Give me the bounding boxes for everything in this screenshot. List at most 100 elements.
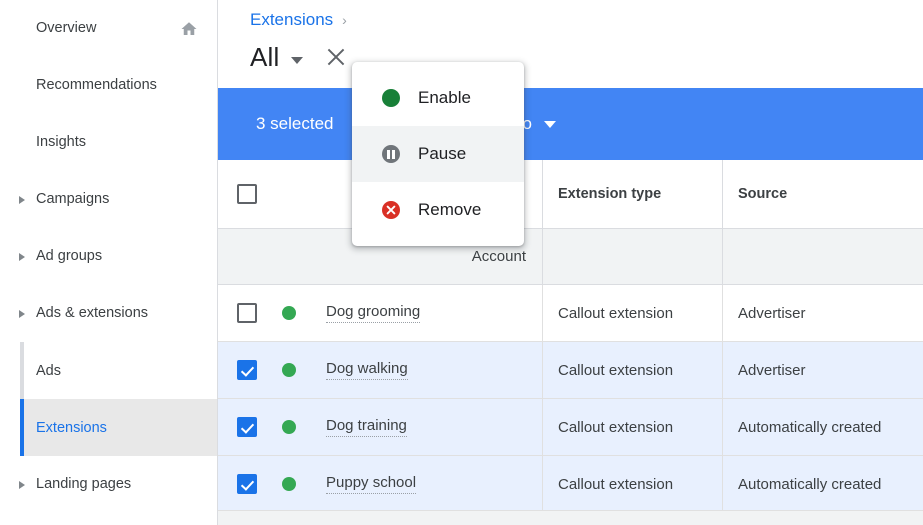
menu-item-pause[interactable]: Pause xyxy=(352,126,524,182)
row-checkbox-cell xyxy=(218,303,276,323)
select-all-checkbox[interactable] xyxy=(237,184,257,204)
row-checkbox[interactable] xyxy=(237,303,257,323)
summary-source-cell xyxy=(723,229,923,284)
type-header-cell[interactable]: Extension type xyxy=(543,160,723,228)
home-icon xyxy=(180,20,198,38)
row-status-cell xyxy=(276,363,316,377)
sidebar-item-label: Extensions xyxy=(36,419,107,436)
row-status-cell xyxy=(276,306,316,320)
breadcrumb: Extensions › xyxy=(250,6,923,34)
row-checkbox-cell xyxy=(218,360,276,380)
status-enabled-dot-icon xyxy=(282,477,296,491)
row-source-cell: Advertiser xyxy=(723,285,923,341)
extensions-table: Extension type Source Account Dog groomi… xyxy=(218,160,923,513)
select-all-cell xyxy=(218,184,276,204)
status-enabled-dot-icon xyxy=(282,363,296,377)
page-title-row: All xyxy=(250,37,923,77)
pause-circle-icon xyxy=(382,145,400,163)
extension-type-value: Callout extension xyxy=(558,418,674,436)
edit-dropdown-menu: Enable Pause Remove xyxy=(352,62,524,246)
table-row[interactable]: Dog training Callout extension Automatic… xyxy=(218,399,923,456)
table-row[interactable]: Puppy school Callout extension Automatic… xyxy=(218,456,923,513)
sidebar-item-landing-pages[interactable]: Landing pages xyxy=(0,456,217,513)
extension-type-value: Callout extension xyxy=(558,475,674,493)
row-checkbox[interactable] xyxy=(237,360,257,380)
row-status-cell xyxy=(276,420,316,434)
sidebar-item-label: Campaigns xyxy=(36,191,110,208)
table-footer xyxy=(218,510,923,525)
sidebar-item-label: Recommendations xyxy=(36,77,157,94)
sidebar-item-recommendations[interactable]: Recommendations xyxy=(0,57,217,114)
chevron-right-icon xyxy=(19,309,25,318)
menu-item-label: Enable xyxy=(418,88,471,107)
row-checkbox-cell xyxy=(218,417,276,437)
sidebar-item-insights[interactable]: Insights xyxy=(0,114,217,171)
row-source-cell: Automatically created xyxy=(723,456,923,512)
chevron-right-icon xyxy=(19,480,25,489)
sidebar-item-campaigns[interactable]: Campaigns xyxy=(0,171,217,228)
menu-item-label: Remove xyxy=(418,200,482,219)
close-icon[interactable] xyxy=(323,44,349,70)
sidebar-item-overview[interactable]: Overview xyxy=(0,0,217,57)
sidebar-item-extensions[interactable]: Extensions xyxy=(20,399,217,456)
row-type-cell: Callout extension xyxy=(543,285,723,341)
breadcrumb-separator-icon: › xyxy=(342,12,347,28)
row-name-cell: Dog training xyxy=(316,399,543,455)
sidebar-item-label: Ad groups xyxy=(36,248,103,265)
main-content: Extensions › All 3 selected Edit xyxy=(218,0,923,525)
page-title: All xyxy=(250,41,280,72)
source-value: Advertiser xyxy=(738,361,806,379)
chevron-down-icon[interactable] xyxy=(290,56,303,64)
row-type-cell: Callout extension xyxy=(543,399,723,455)
row-name-cell: Dog walking xyxy=(316,342,543,398)
row-status-cell xyxy=(276,477,316,491)
row-checkbox[interactable] xyxy=(237,417,257,437)
menu-item-label: Pause xyxy=(418,144,467,163)
sidebar-item-label: Ads xyxy=(36,362,61,379)
sidebar-item-label: Overview xyxy=(36,20,97,37)
source-header-cell[interactable]: Source xyxy=(723,160,923,228)
row-name-cell: Puppy school xyxy=(316,456,543,512)
extension-type-column-header: Extension type xyxy=(558,186,662,202)
menu-item-enable[interactable]: Enable xyxy=(352,70,524,126)
status-enabled-dot-icon xyxy=(282,420,296,434)
menu-item-remove[interactable]: Remove xyxy=(352,182,524,238)
row-source-cell: Automatically created xyxy=(723,399,923,455)
left-navigation-sidebar: Overview Recommendations Insights Campai… xyxy=(0,0,218,525)
sidebar-item-ad-groups[interactable]: Ad groups xyxy=(0,228,217,285)
extension-name-link[interactable]: Dog walking xyxy=(326,360,408,380)
sidebar-item-ads[interactable]: Ads xyxy=(0,342,217,399)
source-column-header: Source xyxy=(738,186,788,202)
extension-type-value: Callout extension xyxy=(558,304,674,322)
extension-name-link[interactable]: Dog training xyxy=(326,417,407,437)
sidebar-item-ads-and-extensions[interactable]: Ads & extensions xyxy=(0,285,217,342)
enable-circle-icon xyxy=(382,89,400,107)
google-ads-extensions-screen: Overview Recommendations Insights Campai… xyxy=(0,0,923,525)
sidebar-item-label: Ads & extensions xyxy=(36,305,149,322)
row-source-cell: Advertiser xyxy=(723,342,923,398)
summary-type-cell xyxy=(543,229,723,284)
sidebar-item-label: Landing pages xyxy=(36,476,132,493)
table-header-row: Extension type Source xyxy=(218,160,923,229)
table-row[interactable]: Dog grooming Callout extension Advertise… xyxy=(218,285,923,342)
extension-name-link[interactable]: Dog grooming xyxy=(326,303,421,323)
selected-count-label: 3 selected xyxy=(256,114,334,133)
chevron-right-icon xyxy=(19,195,25,204)
chevron-down-icon xyxy=(543,120,556,128)
row-checkbox-cell xyxy=(218,474,276,494)
summary-scope-label: Account xyxy=(471,248,526,265)
row-type-cell: Callout extension xyxy=(543,342,723,398)
sidebar-rail xyxy=(20,342,24,399)
row-checkbox[interactable] xyxy=(237,474,257,494)
sidebar-rail-active xyxy=(20,399,24,456)
selection-action-bar: 3 selected Edit Add to xyxy=(218,88,923,160)
sidebar-item-label: Insights xyxy=(36,134,86,151)
page-header: Extensions › All xyxy=(218,0,923,88)
extension-name-link[interactable]: Puppy school xyxy=(326,474,417,494)
table-summary-row: Account xyxy=(218,229,923,285)
source-value: Automatically created xyxy=(738,418,882,436)
breadcrumb-link-extensions[interactable]: Extensions xyxy=(250,10,333,30)
source-value: Advertiser xyxy=(738,304,806,322)
row-type-cell: Callout extension xyxy=(543,456,723,512)
table-row[interactable]: Dog walking Callout extension Advertiser xyxy=(218,342,923,399)
